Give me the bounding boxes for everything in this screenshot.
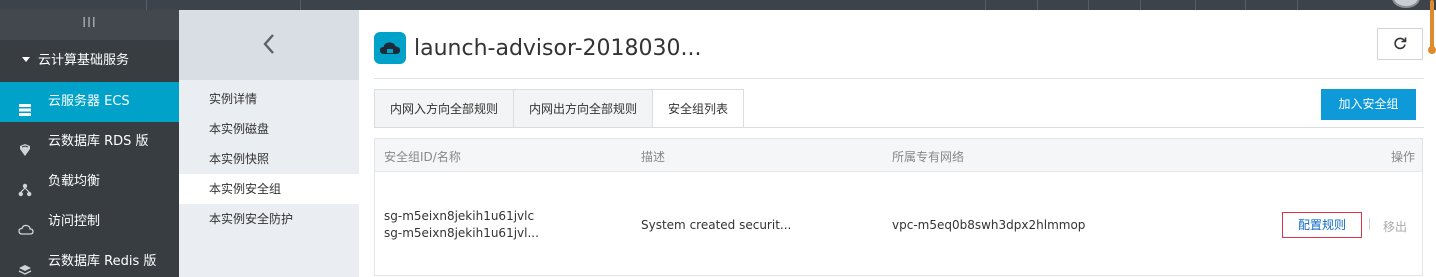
- subnav-item-security-protection[interactable]: 本实例安全防护: [179, 204, 359, 234]
- join-security-group-button[interactable]: 加入安全组: [1321, 89, 1416, 120]
- main-sidebar: III 云计算基础服务 云服务器 ECS 云数据库 RDS 版 负载均衡 访问控…: [0, 10, 179, 277]
- sidebar-item-label: 负载均衡: [48, 174, 101, 189]
- instance-subnav: 实例详情 本实例磁盘 本实例快照 本实例安全组 本实例安全防护: [179, 10, 359, 277]
- column-header-vpc: 所属专有网络: [892, 150, 965, 164]
- column-header-actions: 操作: [1391, 150, 1416, 164]
- table-row: sg-m5eixn8jekih1u61jvlc sg-m5eixn8jekih1…: [375, 172, 1422, 276]
- refresh-button[interactable]: [1377, 28, 1423, 60]
- chevron-left-icon: [262, 33, 276, 58]
- top-bar-separator: [1297, 0, 1298, 10]
- server-icon: [18, 94, 32, 116]
- caret-down-icon: [22, 57, 30, 62]
- security-group-id: sg-m5eixn8jekih1u61jvlc: [384, 209, 535, 223]
- tab-bar: 内网入方向全部规则 内网出方向全部规则 安全组列表: [374, 89, 745, 128]
- page-title: launch-advisor-2018030...: [414, 35, 702, 61]
- top-bar-separator: [146, 0, 147, 10]
- top-bar-separator: [985, 0, 986, 10]
- tab-inbound-rules[interactable]: 内网入方向全部规则: [374, 89, 514, 128]
- security-group-table: 安全组ID/名称 描述 所属专有网络 操作 sg-m5eixn8jekih1u6…: [374, 138, 1423, 276]
- column-header-id-name: 安全组ID/名称: [384, 150, 461, 164]
- sidebar-item-label: 云数据库 RDS 版: [48, 134, 149, 149]
- sidebar-item-redis[interactable]: 云数据库 Redis 版: [0, 242, 179, 277]
- top-bar-separator: [1140, 0, 1141, 10]
- tab-underline: [374, 127, 1424, 128]
- vpc-id: vpc-m5eq0b8swh3dpx2hlmmop: [892, 218, 1086, 232]
- tab-outbound-rules[interactable]: 内网出方向全部规则: [513, 89, 653, 128]
- sidebar-item-slb[interactable]: 负载均衡: [0, 162, 179, 202]
- sidebar-section-label: 云计算基础服务: [38, 53, 130, 68]
- top-bar-separator: [300, 0, 301, 10]
- database-icon: [18, 134, 32, 156]
- sidebar-collapse-toggle[interactable]: III: [0, 10, 179, 40]
- configure-rules-link[interactable]: 配置规则: [1282, 212, 1362, 238]
- back-button[interactable]: [179, 10, 359, 80]
- security-group-name: sg-m5eixn8jekih1u61jvl...: [384, 226, 539, 240]
- redis-icon: [18, 254, 32, 275]
- remove-link[interactable]: 移出: [1383, 218, 1407, 235]
- top-bar-separator: [1037, 0, 1038, 10]
- subnav-item-snapshots[interactable]: 本实例快照: [179, 144, 359, 174]
- action-separator: [1369, 218, 1370, 230]
- column-header-description: 描述: [641, 150, 666, 164]
- sidebar-item-label: 访问控制: [48, 214, 101, 229]
- subnav-item-security-groups[interactable]: 本实例安全组: [179, 174, 359, 204]
- load-balancer-icon: [18, 174, 32, 197]
- header-divider: [374, 78, 1424, 79]
- tab-security-group-list[interactable]: 安全组列表: [652, 89, 745, 128]
- sidebar-section-cloud-basic[interactable]: 云计算基础服务: [0, 40, 179, 82]
- security-group-description: System created securit...: [641, 218, 792, 232]
- top-bar-separator: [1195, 0, 1196, 10]
- subnav-item-disks[interactable]: 本实例磁盘: [179, 114, 359, 144]
- user-avatar[interactable]: [1392, 0, 1420, 8]
- sidebar-item-label: 云服务器 ECS: [48, 94, 130, 109]
- cloud-server-icon: [374, 32, 406, 64]
- top-bar: [0, 0, 1436, 10]
- sidebar-item-ecs[interactable]: 云服务器 ECS: [0, 82, 179, 122]
- main-content: launch-advisor-2018030... 内网入方向全部规则 内网出方…: [359, 10, 1436, 277]
- sidebar-item-label: 云数据库 Redis 版: [48, 254, 157, 269]
- scroll-indicator[interactable]: [1428, 0, 1436, 54]
- sidebar-item-rds[interactable]: 云数据库 RDS 版: [0, 122, 179, 162]
- subnav-item-instance-details[interactable]: 实例详情: [179, 84, 359, 114]
- sidebar-item-access-control[interactable]: 访问控制: [0, 202, 179, 242]
- page-header: launch-advisor-2018030...: [374, 30, 702, 66]
- table-header: 安全组ID/名称 描述 所属专有网络 操作: [375, 139, 1422, 172]
- cloud-access-icon: [18, 214, 34, 235]
- refresh-icon: [1393, 36, 1407, 53]
- top-bar-separator: [1088, 0, 1089, 10]
- top-bar-separator: [1245, 0, 1246, 10]
